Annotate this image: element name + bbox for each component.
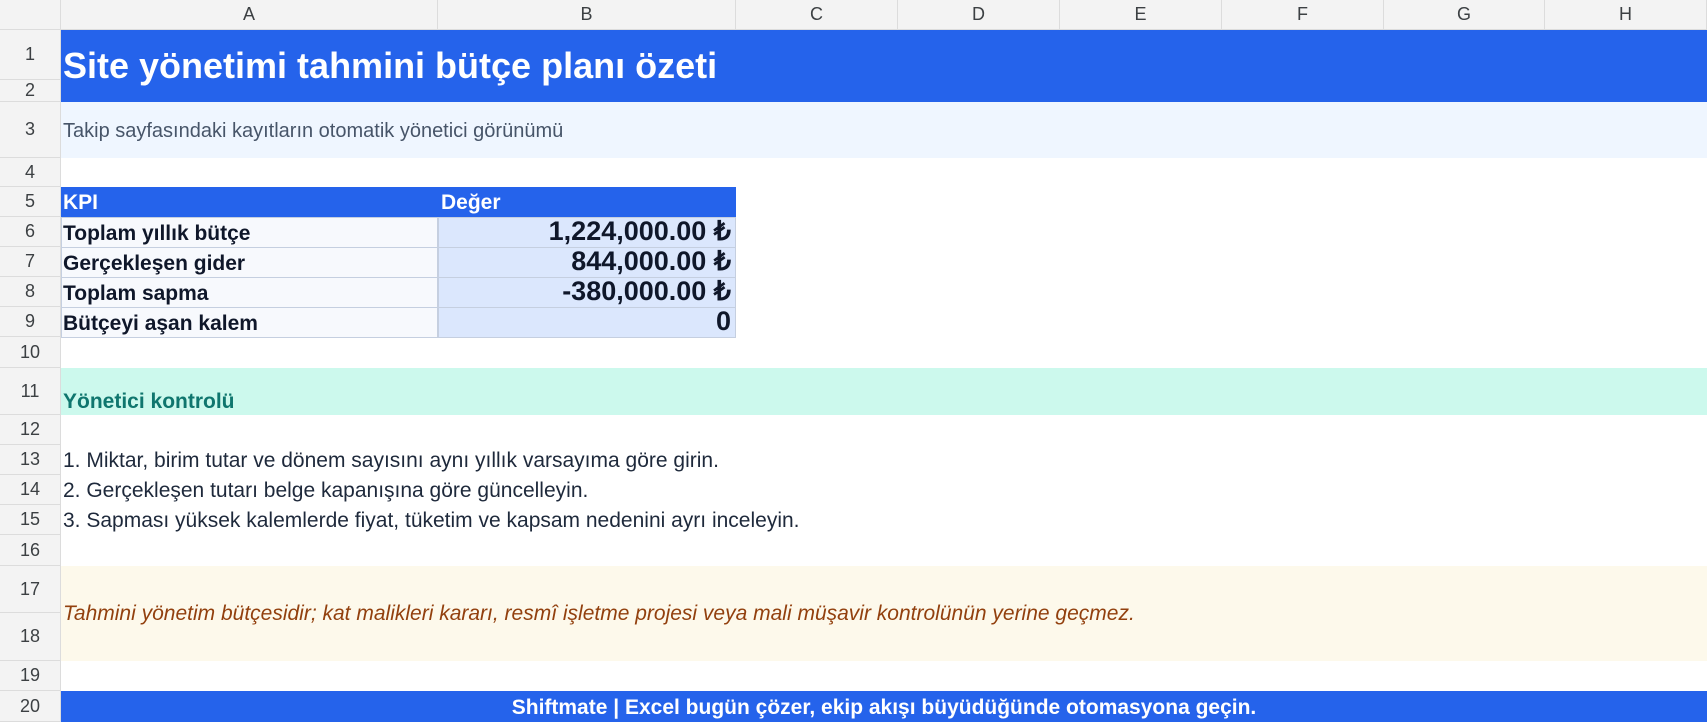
value-column-header: Değer [441,191,501,214]
column-header-e[interactable]: E [1060,0,1222,30]
column-header-a[interactable]: A [61,0,438,30]
row-header-6[interactable]: 6 [0,217,61,247]
row-header-17[interactable]: 17 [0,566,61,613]
row-header-2[interactable]: 2 [0,80,61,102]
column-header-f[interactable]: F [1222,0,1384,30]
disclaimer-note: Tahmini yönetim bütçesidir; kat malikler… [63,602,1135,625]
kpi-value: 0 [715,306,731,336]
row-header-13[interactable]: 13 [0,445,61,475]
instruction-step: 3. Sapması yüksek kalemlerde fiyat, tüke… [63,509,800,532]
row-header-9[interactable]: 9 [0,307,61,337]
kpi-value: -380,000.00 ₺ [562,276,731,306]
kpi-column-header: KPI [63,191,99,214]
column-header-h[interactable]: H [1545,0,1707,30]
row-header-7[interactable]: 7 [0,247,61,277]
row-header-1[interactable]: 1 [0,30,61,80]
kpi-header-cell[interactable] [61,187,438,217]
row-header-14[interactable]: 14 [0,475,61,505]
row-header-19[interactable]: 19 [0,661,61,691]
instruction-step: 2. Gerçekleşen tutarı belge kapanışına g… [63,479,589,502]
kpi-value: 844,000.00 ₺ [571,246,731,276]
page-subtitle: Takip sayfasındaki kayıtların otomatik y… [63,120,564,142]
row-header-11[interactable]: 11 [0,368,61,415]
kpi-label: Toplam sapma [63,282,209,305]
section-band[interactable] [61,368,1707,415]
row-header-10[interactable]: 10 [0,337,61,368]
column-header-b[interactable]: B [438,0,736,30]
page-title: Site yönetimi tahmini bütçe planı özeti [63,45,718,86]
row-header-4[interactable]: 4 [0,158,61,187]
row-header-16[interactable]: 16 [0,535,61,566]
kpi-label: Gerçekleşen gider [63,252,246,275]
row-header-15[interactable]: 15 [0,505,61,535]
row-header-18[interactable]: 18 [0,613,61,661]
section-title: Yönetici kontrolü [63,390,235,413]
row-header-3[interactable]: 3 [0,102,61,158]
column-header-d[interactable]: D [898,0,1060,30]
select-all-corner[interactable] [0,0,61,30]
row-header-8[interactable]: 8 [0,277,61,307]
column-header-c[interactable]: C [736,0,898,30]
row-header-12[interactable]: 12 [0,415,61,445]
row-header-20[interactable]: 20 [0,691,61,722]
column-header-g[interactable]: G [1384,0,1545,30]
instruction-step: 1. Miktar, birim tutar ve dönem sayısını… [63,449,719,472]
row-header-5[interactable]: 5 [0,187,61,217]
kpi-label: Toplam yıllık bütçe [63,222,251,245]
kpi-value-cell[interactable] [438,307,736,338]
kpi-value: 1,224,000.00 ₺ [548,216,731,246]
footer-banner-text: Shiftmate | Excel bugün çözer, ekip akış… [511,696,1257,719]
spreadsheet: A B C D E F G H 1 2 3 4 5 6 7 8 9 10 11 … [0,0,1707,722]
kpi-label: Bütçeyi aşan kalem [63,312,258,335]
